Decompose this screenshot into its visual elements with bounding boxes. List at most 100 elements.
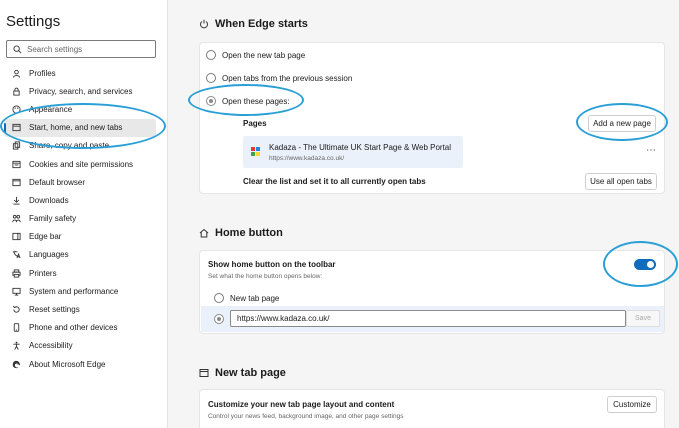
sidebar-item-languages[interactable]: Languages: [4, 246, 156, 264]
radio-open-pages[interactable]: [206, 96, 216, 106]
home-card: Show home button on the toolbar Set what…: [199, 250, 665, 334]
settings-main: When Edge starts Open the new tab page O…: [169, 0, 679, 428]
download-icon: [13, 196, 20, 205]
new-tab-icon: [199, 369, 209, 377]
sidebar-item-edge-bar[interactable]: Edge bar: [4, 228, 156, 246]
sidebar-item-label: Edge bar: [29, 232, 62, 242]
show-home-desc: Set what the home button opens below:: [208, 273, 323, 280]
home-url-input[interactable]: https://www.kadaza.co.uk/: [230, 310, 626, 327]
sidebar-item-start-home[interactable]: Start, home, and new tabs: [4, 118, 156, 137]
page-more-button[interactable]: ⋯: [646, 145, 656, 156]
sidebar-item-cookies[interactable]: Cookies and site permissions: [4, 155, 156, 173]
sidebar-item-label: Phone and other devices: [29, 323, 118, 333]
newtab-title-text: New tab page: [215, 367, 286, 379]
browser-icon: [12, 178, 21, 186]
radio-new-tab-label: Open the new tab page: [222, 50, 306, 60]
home-button-toggle[interactable]: [634, 259, 656, 270]
sidebar-item-accessibility[interactable]: Accessibility: [4, 337, 156, 355]
page-list-item: Kadaza - The Ultimate UK Start Page & We…: [243, 136, 463, 168]
sidebar-item-label: Reset settings: [29, 305, 80, 315]
sidebar-item-printers[interactable]: Printers: [4, 264, 156, 282]
sidebar-item-downloads[interactable]: Downloads: [4, 191, 156, 209]
printer-icon: [12, 269, 21, 278]
radio-previous-row[interactable]: Open tabs from the previous session: [206, 73, 352, 83]
sidebar-item-label: Default browser: [29, 177, 86, 187]
reset-icon: [12, 305, 20, 313]
home-save-button[interactable]: Save: [626, 310, 660, 327]
sidebar-nav: Profiles Privacy, search, and services A…: [4, 64, 156, 373]
palette-icon: [12, 105, 21, 114]
settings-title: Settings: [6, 13, 61, 30]
sidebar-item-profiles[interactable]: Profiles: [4, 64, 156, 82]
profile-icon: [12, 69, 21, 78]
sidebar-item-label: Languages: [29, 250, 69, 260]
language-icon: [12, 251, 21, 259]
newtab-card: Customize your new tab page layout and c…: [199, 389, 665, 428]
home-radio-url[interactable]: [214, 314, 224, 324]
use-all-open-tabs-button[interactable]: Use all open tabs: [585, 173, 657, 190]
cookie-icon: [12, 160, 21, 168]
sidebar-item-privacy[interactable]: Privacy, search, and services: [4, 82, 156, 100]
sidebar-item-family[interactable]: Family safety: [4, 210, 156, 228]
start-icon: [12, 124, 21, 132]
sidebar-item-label: Share, copy and paste: [29, 141, 110, 151]
sidebar-item-label: Privacy, search, and services: [29, 86, 133, 96]
home-radio-new-tab[interactable]: [214, 293, 224, 303]
sidebar-item-system[interactable]: System and performance: [4, 282, 156, 300]
sidebar-item-label: Profiles: [29, 68, 56, 78]
startup-title-text: When Edge starts: [215, 18, 308, 30]
radio-pages-label: Open these pages:: [222, 96, 290, 106]
sidebar-item-share[interactable]: Share, copy and paste: [4, 137, 156, 155]
sidebar-item-label: Printers: [29, 268, 57, 278]
share-icon: [12, 141, 21, 150]
system-icon: [12, 287, 21, 296]
phone-icon: [13, 323, 20, 332]
clear-list-label: Clear the list and set it to all current…: [243, 177, 426, 186]
startup-card: Open the new tab page Open tabs from the…: [199, 42, 665, 194]
sidebar-item-label: Downloads: [29, 195, 69, 205]
pages-label: Pages: [243, 119, 267, 128]
search-input[interactable]: [27, 44, 147, 54]
search-icon: [13, 44, 22, 53]
sidebar-item-label: Appearance: [29, 104, 73, 114]
accessibility-icon: [13, 342, 20, 351]
newtab-section-title: New tab page: [199, 367, 286, 379]
edge-icon: [12, 360, 21, 368]
radio-new-tab-row[interactable]: Open the new tab page: [206, 50, 305, 60]
show-home-label: Show home button on the toolbar: [208, 260, 336, 269]
home-url-row: https://www.kadaza.co.uk/ Save: [201, 306, 664, 332]
page-title: Kadaza - The Ultimate UK Start Page & We…: [269, 143, 452, 152]
home-radio-new-tab-label: New tab page: [230, 293, 280, 303]
lock-icon: [13, 87, 20, 96]
sidebar-item-label: About Microsoft Edge: [29, 359, 106, 369]
sidebar-item-label: Accessibility: [29, 341, 73, 351]
page-url: https://www.kadaza.co.uk/: [269, 155, 345, 162]
sidebar-item-about[interactable]: About Microsoft Edge: [4, 355, 156, 373]
customize-label: Customize your new tab page layout and c…: [208, 400, 395, 409]
home-title-text: Home button: [215, 227, 283, 239]
sidebar-item-label: System and performance: [29, 286, 119, 296]
radio-new-tab[interactable]: [206, 50, 216, 60]
kadaza-favicon-icon: [251, 147, 260, 156]
family-icon: [12, 214, 21, 223]
sidebar-item-label: Start, home, and new tabs: [29, 123, 123, 133]
startup-section-title: When Edge starts: [199, 18, 308, 30]
sidebar-item-phone[interactable]: Phone and other devices: [4, 319, 156, 337]
add-new-page-button[interactable]: Add a new page: [588, 115, 656, 132]
toggle-knob: [647, 261, 654, 268]
edge-bar-icon: [12, 233, 21, 241]
customize-button[interactable]: Customize: [607, 396, 657, 413]
sidebar-item-default-browser[interactable]: Default browser: [4, 173, 156, 191]
sidebar-item-reset[interactable]: Reset settings: [4, 300, 156, 318]
settings-sidebar: Settings Profiles Privacy, search, and s…: [0, 0, 168, 428]
search-box[interactable]: [6, 40, 156, 58]
home-icon: [199, 228, 209, 238]
home-section-title: Home button: [199, 227, 283, 239]
customize-desc: Control your news feed, background image…: [208, 413, 404, 420]
home-radio-new-tab-row[interactable]: New tab page: [214, 293, 279, 303]
sidebar-item-appearance[interactable]: Appearance: [4, 100, 156, 118]
radio-previous-session[interactable]: [206, 73, 216, 83]
radio-previous-label: Open tabs from the previous session: [222, 73, 353, 83]
sidebar-item-label: Family safety: [29, 214, 77, 224]
radio-pages-row[interactable]: Open these pages:: [206, 96, 290, 106]
